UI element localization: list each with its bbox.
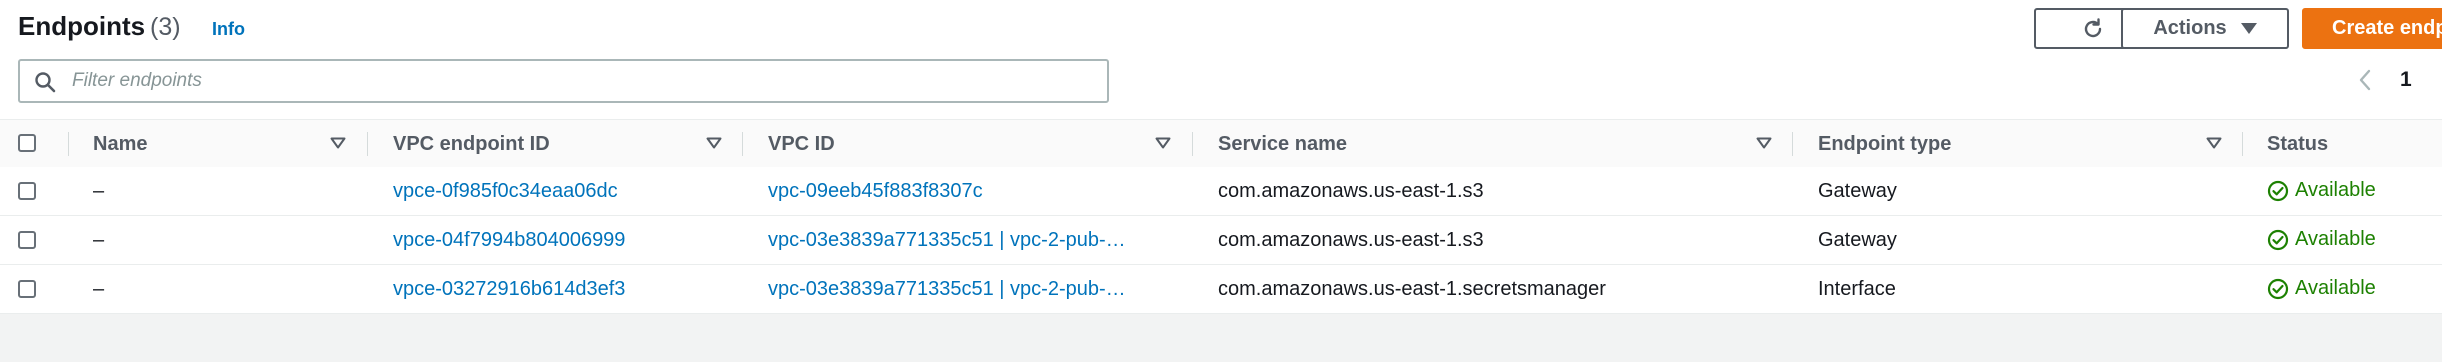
column-header-status[interactable]: Status bbox=[2267, 133, 2328, 156]
page-number[interactable]: 1 bbox=[2400, 68, 2412, 92]
caret-down-icon bbox=[2240, 23, 2257, 34]
select-all-checkbox[interactable] bbox=[18, 134, 36, 152]
cell-name: – bbox=[93, 229, 105, 251]
cell-service-name: com.amazonaws.us-east-1.s3 bbox=[1218, 229, 1484, 251]
cell-endpoint-type: Gateway bbox=[1818, 180, 1897, 202]
row-checkbox[interactable] bbox=[18, 182, 36, 200]
refresh-icon bbox=[2084, 17, 2101, 37]
column-header-endpoint-type[interactable]: Endpoint type bbox=[1818, 133, 1951, 156]
table-row[interactable]: – vpce-0f985f0c34eaa06dc vpc-09eeb45f883… bbox=[0, 167, 2442, 216]
cell-name: – bbox=[93, 180, 105, 202]
status-label: Available bbox=[2295, 277, 2376, 299]
sort-caret-icon[interactable] bbox=[1155, 137, 1171, 149]
column-header-name[interactable]: Name bbox=[93, 133, 147, 156]
endpoints-panel: Endpoints (3) Info Actions Create endpoi… bbox=[0, 0, 2442, 314]
check-circle-icon bbox=[2267, 229, 2289, 250]
cell-endpoint-type: Gateway bbox=[1818, 229, 1897, 251]
cell-endpoint-id-link[interactable]: vpce-03272916b614d3ef3 bbox=[393, 278, 625, 301]
status-label: Available bbox=[2295, 228, 2376, 250]
check-circle-icon bbox=[2267, 278, 2289, 299]
row-checkbox[interactable] bbox=[18, 280, 36, 298]
info-link[interactable]: Info bbox=[212, 19, 245, 40]
sort-caret-icon[interactable] bbox=[706, 137, 722, 149]
cell-vpc-id-link[interactable]: vpc-09eeb45f883f8307c bbox=[768, 180, 983, 203]
status-badge: Available bbox=[2267, 228, 2376, 251]
cell-service-name: com.amazonaws.us-east-1.s3 bbox=[1218, 180, 1484, 202]
status-badge: Available bbox=[2267, 179, 2376, 202]
cell-endpoint-type: Interface bbox=[1818, 278, 1896, 300]
column-header-service-name[interactable]: Service name bbox=[1218, 133, 1347, 156]
cell-vpc-id-link[interactable]: vpc-03e3839a771335c51 | vpc-2-pub-… bbox=[768, 229, 1126, 252]
create-endpoint-label: Create endpoint bbox=[2332, 17, 2442, 39]
table-row[interactable]: – vpce-04f7994b804006999 vpc-03e3839a771… bbox=[0, 216, 2442, 265]
sort-caret-icon[interactable] bbox=[330, 137, 346, 149]
column-header-vpc-id[interactable]: VPC ID bbox=[768, 133, 835, 156]
cell-vpc-id-link[interactable]: vpc-03e3839a771335c51 | vpc-2-pub-… bbox=[768, 278, 1126, 301]
row-checkbox[interactable] bbox=[18, 231, 36, 249]
endpoint-count: (3) bbox=[150, 13, 181, 41]
column-divider bbox=[68, 132, 69, 156]
actions-button[interactable]: Actions bbox=[2121, 8, 2289, 49]
column-divider bbox=[367, 132, 368, 156]
status-label: Available bbox=[2295, 179, 2376, 201]
cell-endpoint-id-link[interactable]: vpce-04f7994b804006999 bbox=[393, 229, 625, 252]
table-header: Name VPC endpoint ID VPC ID Service name… bbox=[0, 119, 2442, 168]
actions-label: Actions bbox=[2153, 17, 2227, 39]
status-badge: Available bbox=[2267, 277, 2376, 300]
search-field[interactable] bbox=[18, 59, 1109, 103]
column-header-endpoint-id[interactable]: VPC endpoint ID bbox=[393, 133, 550, 156]
search-input[interactable] bbox=[72, 61, 1092, 101]
sort-caret-icon[interactable] bbox=[2206, 137, 2222, 149]
check-circle-icon bbox=[2267, 180, 2289, 201]
column-divider bbox=[1792, 132, 1793, 156]
search-icon bbox=[35, 72, 56, 93]
cell-service-name: com.amazonaws.us-east-1.secretsmanager bbox=[1218, 278, 1606, 300]
create-endpoint-button[interactable]: Create endpoint bbox=[2302, 8, 2442, 49]
column-divider bbox=[742, 132, 743, 156]
cell-endpoint-id-link[interactable]: vpce-0f985f0c34eaa06dc bbox=[393, 180, 618, 203]
chevron-left-icon[interactable] bbox=[2356, 68, 2374, 92]
page-title: Endpoints bbox=[18, 11, 146, 41]
table-row[interactable]: – vpce-03272916b614d3ef3 vpc-03e3839a771… bbox=[0, 265, 2442, 314]
column-divider bbox=[2242, 132, 2243, 156]
cell-name: – bbox=[93, 278, 105, 300]
sort-caret-icon[interactable] bbox=[1756, 137, 1772, 149]
column-divider bbox=[1192, 132, 1193, 156]
